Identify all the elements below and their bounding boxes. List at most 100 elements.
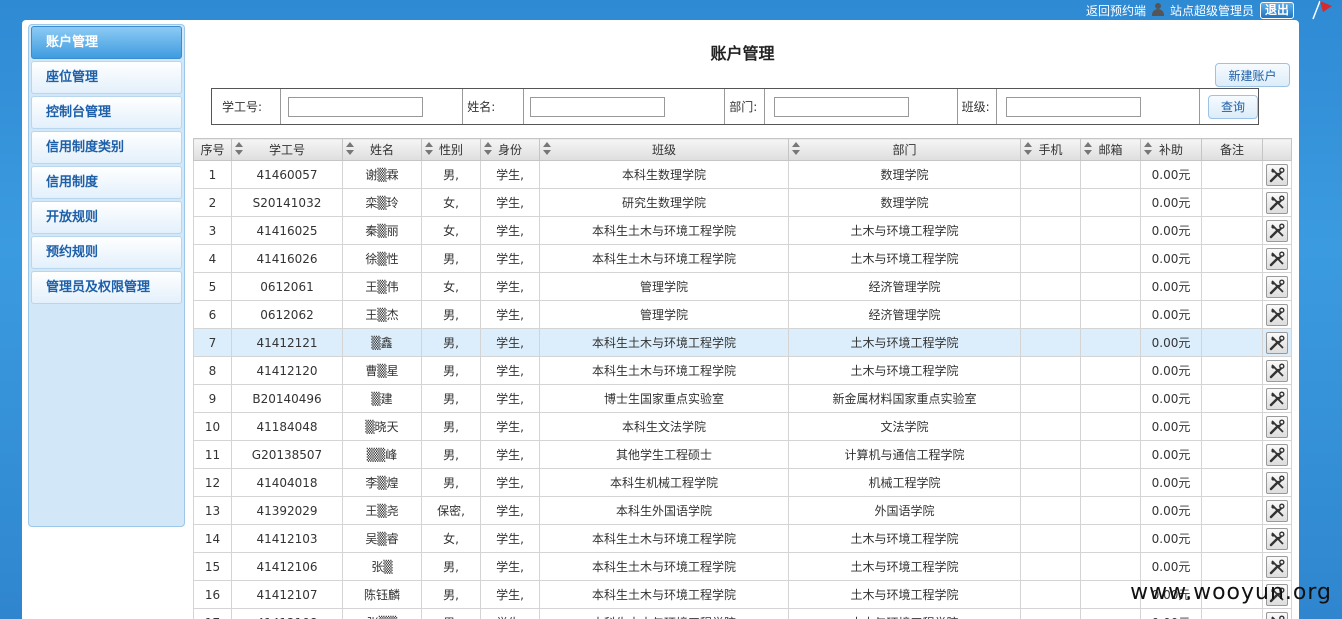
table-cell: 男, bbox=[421, 384, 481, 413]
sort-icon[interactable] bbox=[1024, 142, 1033, 156]
table-row[interactable]: 2 S20141032 栾▒玲 女, 学生, 研究生数理学院 数理学院 0.00元 bbox=[193, 188, 1292, 217]
col-header-dept[interactable]: 部门 bbox=[788, 138, 1021, 161]
table-cell: 本科生土木与环境工程学院 bbox=[539, 524, 789, 553]
table-cell bbox=[1080, 216, 1141, 245]
table-cell: 学生, bbox=[480, 244, 540, 273]
col-header-remark[interactable]: 备注 bbox=[1201, 138, 1263, 161]
sidebar-item-admin-permissions[interactable]: 管理员及权限管理 bbox=[31, 271, 182, 304]
table-cell: 本科生外国语学院 bbox=[539, 496, 789, 525]
edit-tools-icon[interactable] bbox=[1266, 555, 1288, 578]
table-cell: 土木与环境工程学院 bbox=[788, 524, 1021, 553]
table-row[interactable]: 12 41404018 李▒煌 男, 学生, 本科生机械工程学院 机械工程学院 0.00元 bbox=[193, 468, 1292, 497]
sidebar-item-booking-rules[interactable]: 预约规则 bbox=[31, 236, 182, 269]
table-cell: 学生, bbox=[480, 188, 540, 217]
table-row[interactable]: 16 41412107 陈钰麟 男, 学生, 本科生土木与环境工程学院 土木与环境工程学院 0… bbox=[193, 580, 1292, 609]
logout-button[interactable]: 退出 bbox=[1259, 1, 1294, 19]
table-cell: 管理学院 bbox=[539, 300, 789, 329]
sidebar-item-open-rules[interactable]: 开放规则 bbox=[31, 201, 182, 234]
sidebar-item-account-management[interactable]: 账户管理 bbox=[31, 26, 182, 59]
table-cell bbox=[1201, 440, 1263, 469]
sort-icon[interactable] bbox=[792, 142, 801, 156]
dept-input[interactable] bbox=[773, 96, 909, 117]
sort-icon[interactable] bbox=[425, 142, 434, 156]
edit-tools-icon[interactable] bbox=[1266, 471, 1288, 494]
table-cell bbox=[1020, 244, 1081, 273]
back-to-booking-link[interactable]: 返回预约端 bbox=[1086, 2, 1146, 19]
table-cell: 11 bbox=[193, 440, 232, 469]
sidebar-item-credit-system[interactable]: 信用制度 bbox=[31, 166, 182, 199]
col-header-class[interactable]: 班级 bbox=[539, 138, 789, 161]
sort-icon[interactable] bbox=[346, 142, 355, 156]
table-row[interactable]: 1 41460057 谢▒霖 男, 学生, 本科生数理学院 数理学院 0.00元 bbox=[193, 160, 1292, 189]
table-row[interactable]: 4 41416026 徐▒性 男, 学生, 本科生土木与环境工程学院 土木与环境工程学院 0.… bbox=[193, 244, 1292, 273]
sort-icon[interactable] bbox=[1144, 142, 1153, 156]
student-id-input[interactable] bbox=[288, 96, 424, 117]
table-row[interactable]: 1741412108张▒▒男,学生,本科生土木与环境工程学院土木与环境工程学院 0… bbox=[193, 608, 1292, 619]
table-row[interactable]: 7 41412121 ▒鑫 男, 学生, 本科生土木与环境工程学院 土木与环境工程学院 0.0… bbox=[193, 328, 1292, 357]
table-row[interactable]: 13 41392029 王▒尧 保密, 学生, 本科生外国语学院 外国语学院 0.00元 bbox=[193, 496, 1292, 525]
sort-icon[interactable] bbox=[1084, 142, 1093, 156]
table-header-row: 序号 学工号 姓名 性别 身份 班级 部门 手机 邮箱 补助 备注 bbox=[193, 138, 1292, 161]
table-row[interactable]: 15 41412106 张▒ 男, 学生, 本科生土木与环境工程学院 土木与环境工程学院 0.… bbox=[193, 552, 1292, 581]
edit-tools-icon[interactable] bbox=[1266, 247, 1288, 270]
edit-tools-icon[interactable] bbox=[1266, 359, 1288, 382]
table-row[interactable]: 5 0612061 王▒伟 女, 学生, 管理学院 经济管理学院 0.00元 bbox=[193, 272, 1292, 301]
table-cell: 0.00元 bbox=[1140, 300, 1202, 329]
table-row[interactable]: 14 41412103 吴▒睿 女, 学生, 本科生土木与环境工程学院 土木与环境工程学院 0… bbox=[193, 524, 1292, 553]
edit-tools-icon[interactable] bbox=[1266, 499, 1288, 522]
table-row[interactable]: 8 41412120 曹▒星 男, 学生, 本科生土木与环境工程学院 土木与环境工程学院 0.… bbox=[193, 356, 1292, 385]
sidebar-item-credit-category[interactable]: 信用制度类别 bbox=[31, 131, 182, 164]
table-cell: ▒建 bbox=[342, 384, 422, 413]
edit-tools-icon[interactable] bbox=[1266, 331, 1288, 354]
table-cell bbox=[1201, 524, 1263, 553]
table-cell: 41412106 bbox=[231, 552, 343, 581]
table-cell: 本科生土木与环境工程学院 bbox=[539, 608, 789, 619]
table-cell bbox=[1201, 608, 1263, 619]
table-row[interactable]: 6 0612062 王▒杰 男, 学生, 管理学院 经济管理学院 0.00元 bbox=[193, 300, 1292, 329]
table-row[interactable]: 10 41184048 ▒晓天 男, 学生, 本科生文法学院 文法学院 0.00元 bbox=[193, 412, 1292, 441]
edit-tools-icon[interactable] bbox=[1266, 219, 1288, 242]
table-cell: 土木与环境工程学院 bbox=[788, 328, 1021, 357]
accounts-table: 序号 学工号 姓名 性别 身份 班级 部门 手机 邮箱 补助 备注 1 41460… bbox=[193, 138, 1292, 619]
sidebar-item-seat-management[interactable]: 座位管理 bbox=[31, 61, 182, 94]
table-cell: 曹▒星 bbox=[342, 356, 422, 385]
table-cell: 5 bbox=[193, 272, 232, 301]
col-header-email[interactable]: 邮箱 bbox=[1080, 138, 1141, 161]
table-row[interactable]: 3 41416025 秦▒丽 女, 学生, 本科生土木与环境工程学院 土木与环境工程学院 0.… bbox=[193, 216, 1292, 245]
row-actions-cell bbox=[1262, 524, 1292, 553]
sort-icon[interactable] bbox=[484, 142, 493, 156]
table-cell: 王▒尧 bbox=[342, 496, 422, 525]
edit-tools-icon[interactable] bbox=[1266, 163, 1288, 186]
col-header-role[interactable]: 身份 bbox=[480, 138, 540, 161]
col-header-subsidy[interactable]: 补助 bbox=[1140, 138, 1202, 161]
table-cell: 新金属材料国家重点实验室 bbox=[788, 384, 1021, 413]
class-input[interactable] bbox=[1006, 96, 1142, 117]
table-cell: 土木与环境工程学院 bbox=[788, 216, 1021, 245]
col-header-gender[interactable]: 性别 bbox=[421, 138, 481, 161]
col-header-name[interactable]: 姓名 bbox=[342, 138, 422, 161]
table-cell: G20138507 bbox=[231, 440, 343, 469]
edit-tools-icon[interactable] bbox=[1266, 387, 1288, 410]
name-input[interactable] bbox=[529, 96, 665, 117]
edit-tools-icon[interactable] bbox=[1266, 611, 1288, 619]
table-cell: 0.00元 bbox=[1140, 356, 1202, 385]
table-row[interactable]: 9 B20140496 ▒建 男, 学生, 博士生国家重点实验室 新金属材料国家重点实验室 0… bbox=[193, 384, 1292, 413]
edit-tools-icon[interactable] bbox=[1266, 527, 1288, 550]
col-header-phone[interactable]: 手机 bbox=[1020, 138, 1081, 161]
sort-icon[interactable] bbox=[543, 142, 552, 156]
edit-tools-icon[interactable] bbox=[1266, 443, 1288, 466]
new-account-button[interactable]: 新建账户 bbox=[1215, 63, 1290, 87]
col-header-index[interactable]: 序号 bbox=[193, 138, 232, 161]
query-button[interactable]: 查询 bbox=[1207, 94, 1258, 119]
table-row[interactable]: 11 G20138507 ▒▒峰 男, 学生, 其他学生工程硕士 计算机与通信工程学院 0.0… bbox=[193, 440, 1292, 469]
edit-tools-icon[interactable] bbox=[1266, 275, 1288, 298]
sort-icon[interactable] bbox=[235, 142, 244, 156]
sidebar-item-console-management[interactable]: 控制台管理 bbox=[31, 96, 182, 129]
edit-tools-icon[interactable] bbox=[1266, 303, 1288, 326]
edit-tools-icon[interactable] bbox=[1266, 191, 1288, 214]
col-header-student-id[interactable]: 学工号 bbox=[231, 138, 343, 161]
table-cell bbox=[1080, 356, 1141, 385]
table-cell bbox=[1080, 188, 1141, 217]
table-cell: 学生, bbox=[480, 300, 540, 329]
edit-tools-icon[interactable] bbox=[1266, 415, 1288, 438]
